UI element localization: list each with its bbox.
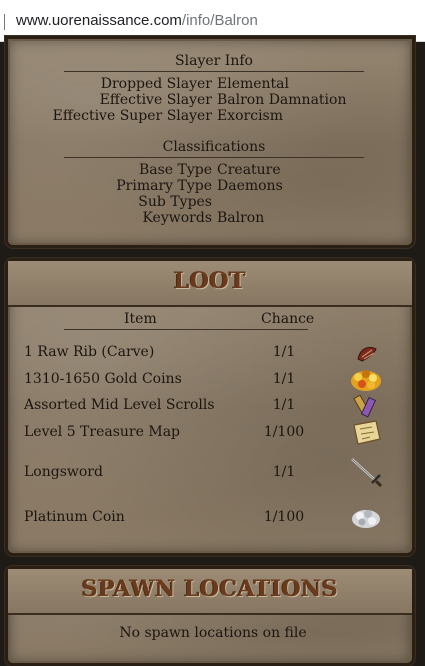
loot-item-name: Platinum Coin (24, 509, 125, 525)
loot-row: Longsword 1/1 (8, 457, 418, 487)
classifications-divider (64, 157, 364, 158)
loot-item-chance: 1/1 (272, 397, 296, 413)
slayer-info-heading: Slayer Info (175, 53, 253, 69)
loot-item-chance: 1/1 (272, 464, 296, 480)
loot-item-name: Level 5 Treasure Map (24, 424, 180, 440)
no-spawn-message: No spawn locations on file (119, 625, 307, 641)
loot-item-chance: 1/1 (272, 371, 296, 387)
loot-item-name: Longsword (24, 464, 103, 480)
loot-row: 1 Raw Rib (Carve) 1/1 (8, 337, 418, 367)
classification-key: Sub Types (138, 194, 212, 210)
slayer-divider (64, 71, 364, 72)
loot-header-divider (64, 329, 308, 330)
loot-item-name: Assorted Mid Level Scrolls (24, 397, 215, 413)
spawn-banner: SPAWN LOCATIONS (8, 569, 412, 615)
loot-title: LOOT (173, 268, 247, 294)
loot-item-chance: 1/1 (272, 344, 296, 360)
slayer-key: Effective Slayer (99, 92, 212, 108)
classification-value: Daemons (217, 178, 283, 194)
slayer-row: Effective Super Slayer Exorcism (8, 108, 418, 124)
loot-item-name: 1 Raw Rib (Carve) (24, 344, 155, 360)
slayer-value: Exorcism (217, 108, 284, 124)
info-panel: Slayer Info Dropped Slayer Elemental Eff… (5, 36, 415, 248)
classification-row: Base Type Creature (8, 162, 418, 178)
url-text[interactable]: www.uorenaissance.com/info/Balron (16, 12, 258, 29)
classification-row: Keywords Balron (8, 210, 418, 226)
classification-key: Primary Type (116, 178, 212, 194)
slayer-key: Effective Super Slayer (52, 108, 212, 124)
loot-row: Platinum Coin 1/100 (8, 502, 418, 532)
slayer-value: Elemental (217, 76, 290, 92)
classification-value: Creature (217, 162, 281, 178)
classification-row: Primary Type Daemons (8, 178, 418, 194)
slayer-value: Balron Damnation (217, 92, 347, 108)
classifications-heading: Classifications (162, 139, 266, 155)
chance-column-header: Chance (261, 311, 315, 327)
loot-row: Assorted Mid Level Scrolls 1/1 (8, 390, 418, 420)
platinum-coin-icon (352, 510, 380, 528)
url-host: www.uorenaissance.com (16, 12, 182, 29)
slayer-key: Dropped Slayer (100, 76, 212, 92)
raw-rib-icon (357, 346, 377, 362)
loot-row: Level 5 Treasure Map 1/100 (8, 417, 418, 447)
loot-item-chance: 1/100 (263, 424, 305, 440)
classification-row: Sub Types (8, 194, 418, 210)
item-column-header: Item (124, 311, 157, 327)
url-path: /info/Balron (181, 12, 258, 29)
loot-banner: LOOT (8, 261, 412, 307)
classification-key: Base Type (138, 162, 212, 178)
classification-key: Keywords (142, 210, 212, 226)
slayer-row: Dropped Slayer Elemental (8, 76, 418, 92)
scrolls-icon (353, 394, 377, 418)
treasure-map-icon (353, 420, 381, 445)
loot-panel: LOOT Item Chance 1 Raw Rib (Carve) 1/1 1… (5, 258, 415, 556)
longsword-icon (351, 458, 383, 487)
spawn-panel: SPAWN LOCATIONS No spawn locations on fi… (5, 566, 415, 666)
spawn-title: SPAWN LOCATIONS (81, 576, 339, 602)
loot-item-name: 1310-1650 Gold Coins (24, 371, 182, 387)
text-cursor (4, 14, 5, 30)
slayer-row: Effective Slayer Balron Damnation (8, 92, 418, 108)
classification-value: Balron (217, 210, 265, 226)
loot-item-chance: 1/100 (263, 509, 305, 525)
